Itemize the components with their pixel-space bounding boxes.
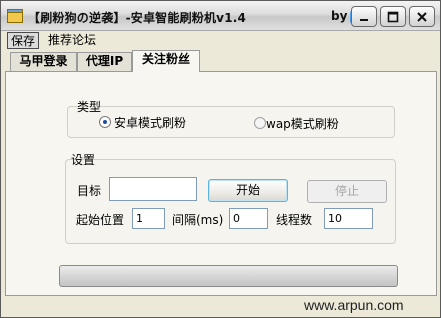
menu-bar: 保存 推荐论坛	[1, 31, 440, 50]
maximize-icon	[387, 11, 399, 22]
threads-label: 线程数	[276, 213, 313, 227]
watermark-text: www.arpun.com	[304, 297, 404, 313]
tab-proxy-ip[interactable]: 代理IP	[77, 52, 132, 71]
app-window: 【刷粉狗の逆袭】-安卓智能刷粉机v1.4 by ... 保存 推荐论坛 马甲登录…	[0, 0, 441, 318]
wap-mode-label[interactable]: wap模式刷粉	[266, 115, 339, 132]
interval-input[interactable]	[229, 208, 268, 229]
menu-save[interactable]: 保存	[7, 32, 40, 49]
stop-button[interactable]: 停止	[307, 180, 387, 203]
target-input[interactable]	[109, 177, 197, 201]
minimize-button[interactable]	[351, 6, 377, 27]
start-position-input[interactable]	[132, 208, 165, 229]
app-icon	[7, 9, 23, 23]
wap-mode-radio[interactable]	[254, 117, 266, 129]
close-icon	[417, 11, 427, 22]
progress-bar	[59, 265, 398, 287]
start-button[interactable]: 开始	[208, 179, 288, 202]
menu-recommend-forum[interactable]: 推荐论坛	[45, 32, 99, 49]
android-mode-radio[interactable]	[99, 116, 111, 128]
title-by-text: by	[331, 9, 348, 23]
type-group-label: 类型	[77, 100, 102, 114]
android-mode-label[interactable]: 安卓模式刷粉	[114, 114, 186, 131]
minimize-icon	[360, 18, 368, 21]
tab-follow-fans[interactable]: 关注粉丝	[132, 50, 200, 72]
target-label: 目标	[77, 184, 102, 198]
maximize-button[interactable]	[380, 6, 406, 27]
close-button[interactable]	[409, 6, 435, 27]
window-title: 【刷粉狗の逆袭】-安卓智能刷粉机v1.4	[28, 11, 247, 25]
start-position-label: 起始位置	[76, 213, 125, 227]
title-bar[interactable]: 【刷粉狗の逆袭】-安卓智能刷粉机v1.4 by ...	[1, 1, 440, 31]
tab-account-login[interactable]: 马甲登录	[10, 52, 77, 71]
interval-label: 间隔(ms)	[172, 213, 224, 227]
settings-group-label: 设置	[71, 153, 96, 167]
threads-input[interactable]	[324, 208, 373, 229]
